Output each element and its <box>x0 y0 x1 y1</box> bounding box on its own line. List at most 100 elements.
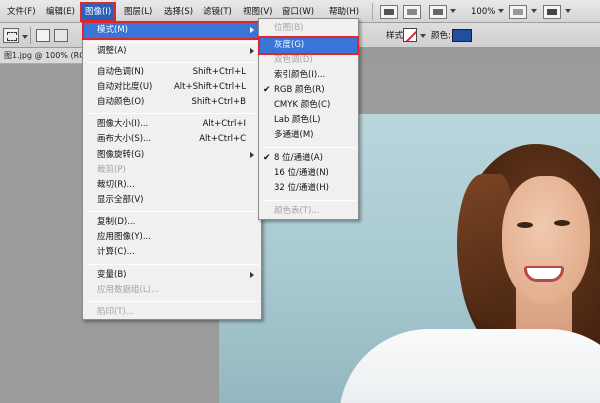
menubar-divider <box>372 3 373 20</box>
menu-select[interactable]: 选择(S) <box>161 4 196 20</box>
mini-bridge-icon[interactable] <box>403 5 421 19</box>
submenu-item-label: CMYK 颜色(C) <box>274 100 331 110</box>
menu-item-image-size[interactable]: 图像大小(I)... Alt+Ctrl+I <box>84 117 260 132</box>
submenu-item-label: 16 位/通道(N) <box>274 168 329 178</box>
menu-item-auto-tone[interactable]: 自动色调(N) Shift+Ctrl+L <box>84 65 260 80</box>
menu-item-trim[interactable]: 裁切(R)... <box>84 178 260 193</box>
menu-separator <box>87 62 259 63</box>
menu-item-label: 模式(M) <box>97 25 128 35</box>
menu-item-label: 裁剪(P) <box>97 165 126 175</box>
chevron-down-icon[interactable] <box>565 9 571 13</box>
submenu-item-indexed-color[interactable]: 索引颜色(I)... <box>260 68 357 83</box>
menu-item-label: 自动颜色(O) <box>97 97 145 107</box>
menu-item-label: 陷印(T)... <box>97 307 134 317</box>
checkmark-icon: ✔ <box>263 153 271 163</box>
menu-item-canvas-size[interactable]: 画布大小(S)... Alt+Ctrl+C <box>84 132 260 147</box>
photo-eye <box>517 222 533 228</box>
submenu-item-grayscale[interactable]: 灰度(G) <box>260 38 357 53</box>
submenu-item-8-bits[interactable]: ✔ 8 位/通道(A) <box>260 151 357 166</box>
submenu-item-multichannel[interactable]: 多通道(M) <box>260 128 357 143</box>
document-tab[interactable]: 图1.jpg @ 100% (RG <box>0 48 86 64</box>
launch-bridge-icon[interactable] <box>380 5 398 19</box>
menu-item-label: 自动对比度(U) <box>97 82 153 92</box>
menu-item-label: 显示全部(V) <box>97 195 144 205</box>
no-style-icon[interactable] <box>403 28 417 42</box>
submenu-item-label: 索引颜色(I)... <box>274 70 326 80</box>
menu-item-variables[interactable]: 变量(B) <box>84 268 260 283</box>
menu-separator <box>87 42 259 43</box>
submenu-arrow-icon <box>250 272 254 278</box>
photo-shirt <box>339 329 600 403</box>
zoom-level[interactable]: 100% <box>471 4 495 20</box>
chevron-down-icon[interactable] <box>531 9 537 13</box>
submenu-arrow-icon <box>250 152 254 158</box>
menu-separator <box>87 264 259 265</box>
menu-separator <box>87 301 259 302</box>
new-selection-icon[interactable] <box>36 29 50 42</box>
submenu-item-label: 8 位/通道(A) <box>274 153 323 163</box>
photo-eye <box>554 220 570 226</box>
mode-submenu: 位图(B) 灰度(G) 双色调(D) 索引颜色(I)... ✔ RGB 颜色(R… <box>258 18 359 220</box>
menu-edit[interactable]: 编辑(E) <box>43 4 78 20</box>
menu-item-mode[interactable]: 模式(M) <box>84 23 260 38</box>
menu-item-image-rotation[interactable]: 图像旋转(G) <box>84 148 260 163</box>
menu-item-label: 裁切(R)... <box>97 180 135 190</box>
submenu-arrow-icon <box>250 48 254 54</box>
submenu-item-label: RGB 颜色(R) <box>274 85 325 95</box>
menu-item-apply-data-set: 应用数据组(L)... <box>84 283 260 298</box>
submenu-item-label: Lab 颜色(L) <box>274 115 321 125</box>
menu-item-shortcut: Shift+Ctrl+B <box>191 97 246 107</box>
color-label: 颜色: <box>431 31 451 41</box>
add-to-selection-icon[interactable] <box>54 29 68 42</box>
submenu-item-label: 灰度(G) <box>274 40 305 50</box>
marquee-tool-icon[interactable] <box>3 28 19 43</box>
menu-separator <box>87 211 259 212</box>
menu-item-calculations[interactable]: 计算(C)... <box>84 245 260 260</box>
menu-item-label: 变量(B) <box>97 270 127 280</box>
view-extras-icon[interactable] <box>429 5 447 19</box>
menu-item-shortcut: Shift+Ctrl+L <box>192 67 246 77</box>
menu-item-auto-contrast[interactable]: 自动对比度(U) Alt+Shift+Ctrl+L <box>84 80 260 95</box>
menu-layer[interactable]: 图层(L) <box>121 4 155 20</box>
menu-item-shortcut: Alt+Shift+Ctrl+L <box>173 82 246 92</box>
photo-face <box>502 176 590 304</box>
menu-item-shortcut: Alt+Ctrl+C <box>199 134 246 144</box>
submenu-item-label: 位图(B) <box>274 23 304 33</box>
menu-item-label: 图像大小(I)... <box>97 119 149 129</box>
menu-separator <box>263 200 356 201</box>
chevron-down-icon[interactable] <box>22 35 28 39</box>
submenu-item-cmyk-color[interactable]: CMYK 颜色(C) <box>260 98 357 113</box>
screen-mode-icon[interactable] <box>543 5 561 19</box>
chevron-down-icon[interactable] <box>420 34 426 38</box>
submenu-item-lab-color[interactable]: Lab 颜色(L) <box>260 113 357 128</box>
submenu-item-32-bits[interactable]: 32 位/通道(H) <box>260 181 357 196</box>
menu-item-auto-color[interactable]: 自动颜色(O) Shift+Ctrl+B <box>84 95 260 110</box>
submenu-item-label: 颜色表(T)... <box>274 206 320 216</box>
submenu-item-label: 32 位/通道(H) <box>274 183 329 193</box>
menu-image[interactable]: 图像(I) <box>82 4 115 20</box>
menu-item-label: 应用图像(Y)... <box>97 232 151 242</box>
menu-item-shortcut: Alt+Ctrl+I <box>202 119 246 129</box>
chevron-down-icon[interactable] <box>450 9 456 13</box>
photo-smile <box>524 266 564 282</box>
submenu-item-rgb-color[interactable]: ✔ RGB 颜色(R) <box>260 83 357 98</box>
menu-file[interactable]: 文件(F) <box>4 4 39 20</box>
submenu-item-bitmap: 位图(B) <box>260 21 357 36</box>
menu-item-label: 应用数据组(L)... <box>97 285 159 295</box>
submenu-item-color-table: 颜色表(T)... <box>260 204 357 219</box>
menu-item-adjustments[interactable]: 调整(A) <box>84 44 260 59</box>
arrange-documents-icon[interactable] <box>509 5 527 19</box>
menu-item-apply-image[interactable]: 应用图像(Y)... <box>84 230 260 245</box>
options-divider <box>30 27 31 44</box>
menu-item-duplicate[interactable]: 复制(D)... <box>84 215 260 230</box>
menu-separator <box>87 113 259 114</box>
color-swatch[interactable] <box>452 29 472 42</box>
menu-item-reveal-all[interactable]: 显示全部(V) <box>84 193 260 208</box>
menu-item-crop: 裁剪(P) <box>84 163 260 178</box>
submenu-item-label: 多通道(M) <box>274 130 314 140</box>
menu-item-label: 复制(D)... <box>97 217 136 227</box>
menu-filter[interactable]: 滤镜(T) <box>200 4 235 20</box>
chevron-down-icon[interactable] <box>498 9 504 13</box>
submenu-item-16-bits[interactable]: 16 位/通道(N) <box>260 166 357 181</box>
menu-item-label: 调整(A) <box>97 46 127 56</box>
